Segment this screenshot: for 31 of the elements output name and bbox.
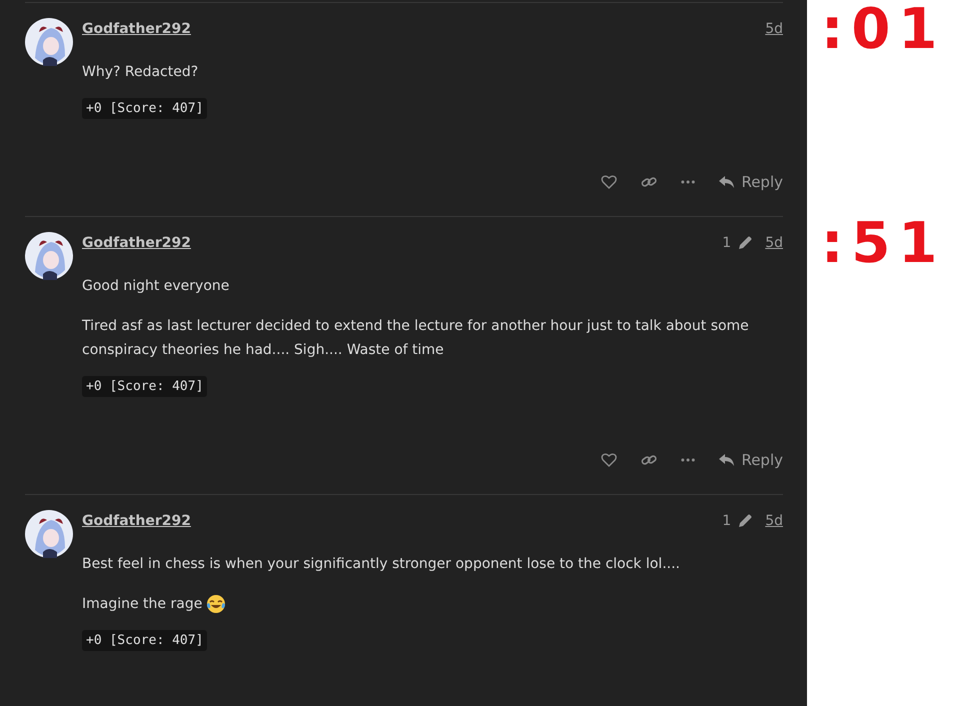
- ellipsis-icon: [681, 180, 696, 184]
- post-age-link[interactable]: 5d: [765, 235, 783, 251]
- handwritten-note: :51: [821, 216, 946, 272]
- reply-button[interactable]: Reply: [711, 445, 783, 475]
- reply-arrow-icon: [719, 174, 736, 190]
- ellipsis-icon: [681, 458, 696, 462]
- post-text: Good night everyone: [82, 277, 230, 296]
- avatar-picture: [25, 232, 73, 280]
- avatar-picture: [25, 510, 73, 558]
- reply-arrow-icon: [719, 452, 736, 468]
- edit-count[interactable]: 1: [722, 513, 732, 529]
- heart-icon: [601, 452, 618, 468]
- score-text: +0 [Score: 407]: [82, 98, 208, 119]
- username-link[interactable]: Godfather292: [82, 21, 191, 37]
- post-age-link[interactable]: 5d: [765, 513, 783, 529]
- post-text: Best feel in chess is when your significantly stronger opponent lose to the clock lol....: [82, 555, 680, 574]
- post-text: Tired asf as last lecturer decided to extend the lecture for another hour just to talk about some conspiracy theories he had.... Sigh.... Waste of time: [82, 317, 750, 360]
- reply-button[interactable]: Reply: [711, 167, 783, 197]
- pencil-icon: [737, 235, 754, 251]
- handwritten-note: :01: [821, 2, 946, 58]
- post-text: Imagine the rage: [82, 595, 202, 614]
- edit-count[interactable]: 1: [722, 235, 732, 251]
- post-age-link[interactable]: 5d: [765, 21, 783, 37]
- heart-icon: [601, 174, 618, 190]
- post-text: Why? Redacted?: [82, 63, 198, 82]
- score-text: +0 [Score: 407]: [82, 376, 208, 397]
- score-text: +0 [Score: 407]: [82, 630, 208, 651]
- avatar-picture: [25, 18, 73, 66]
- username-link[interactable]: Godfather292: [82, 513, 191, 529]
- username-link[interactable]: Godfather292: [82, 235, 191, 251]
- pencil-icon: [737, 513, 754, 529]
